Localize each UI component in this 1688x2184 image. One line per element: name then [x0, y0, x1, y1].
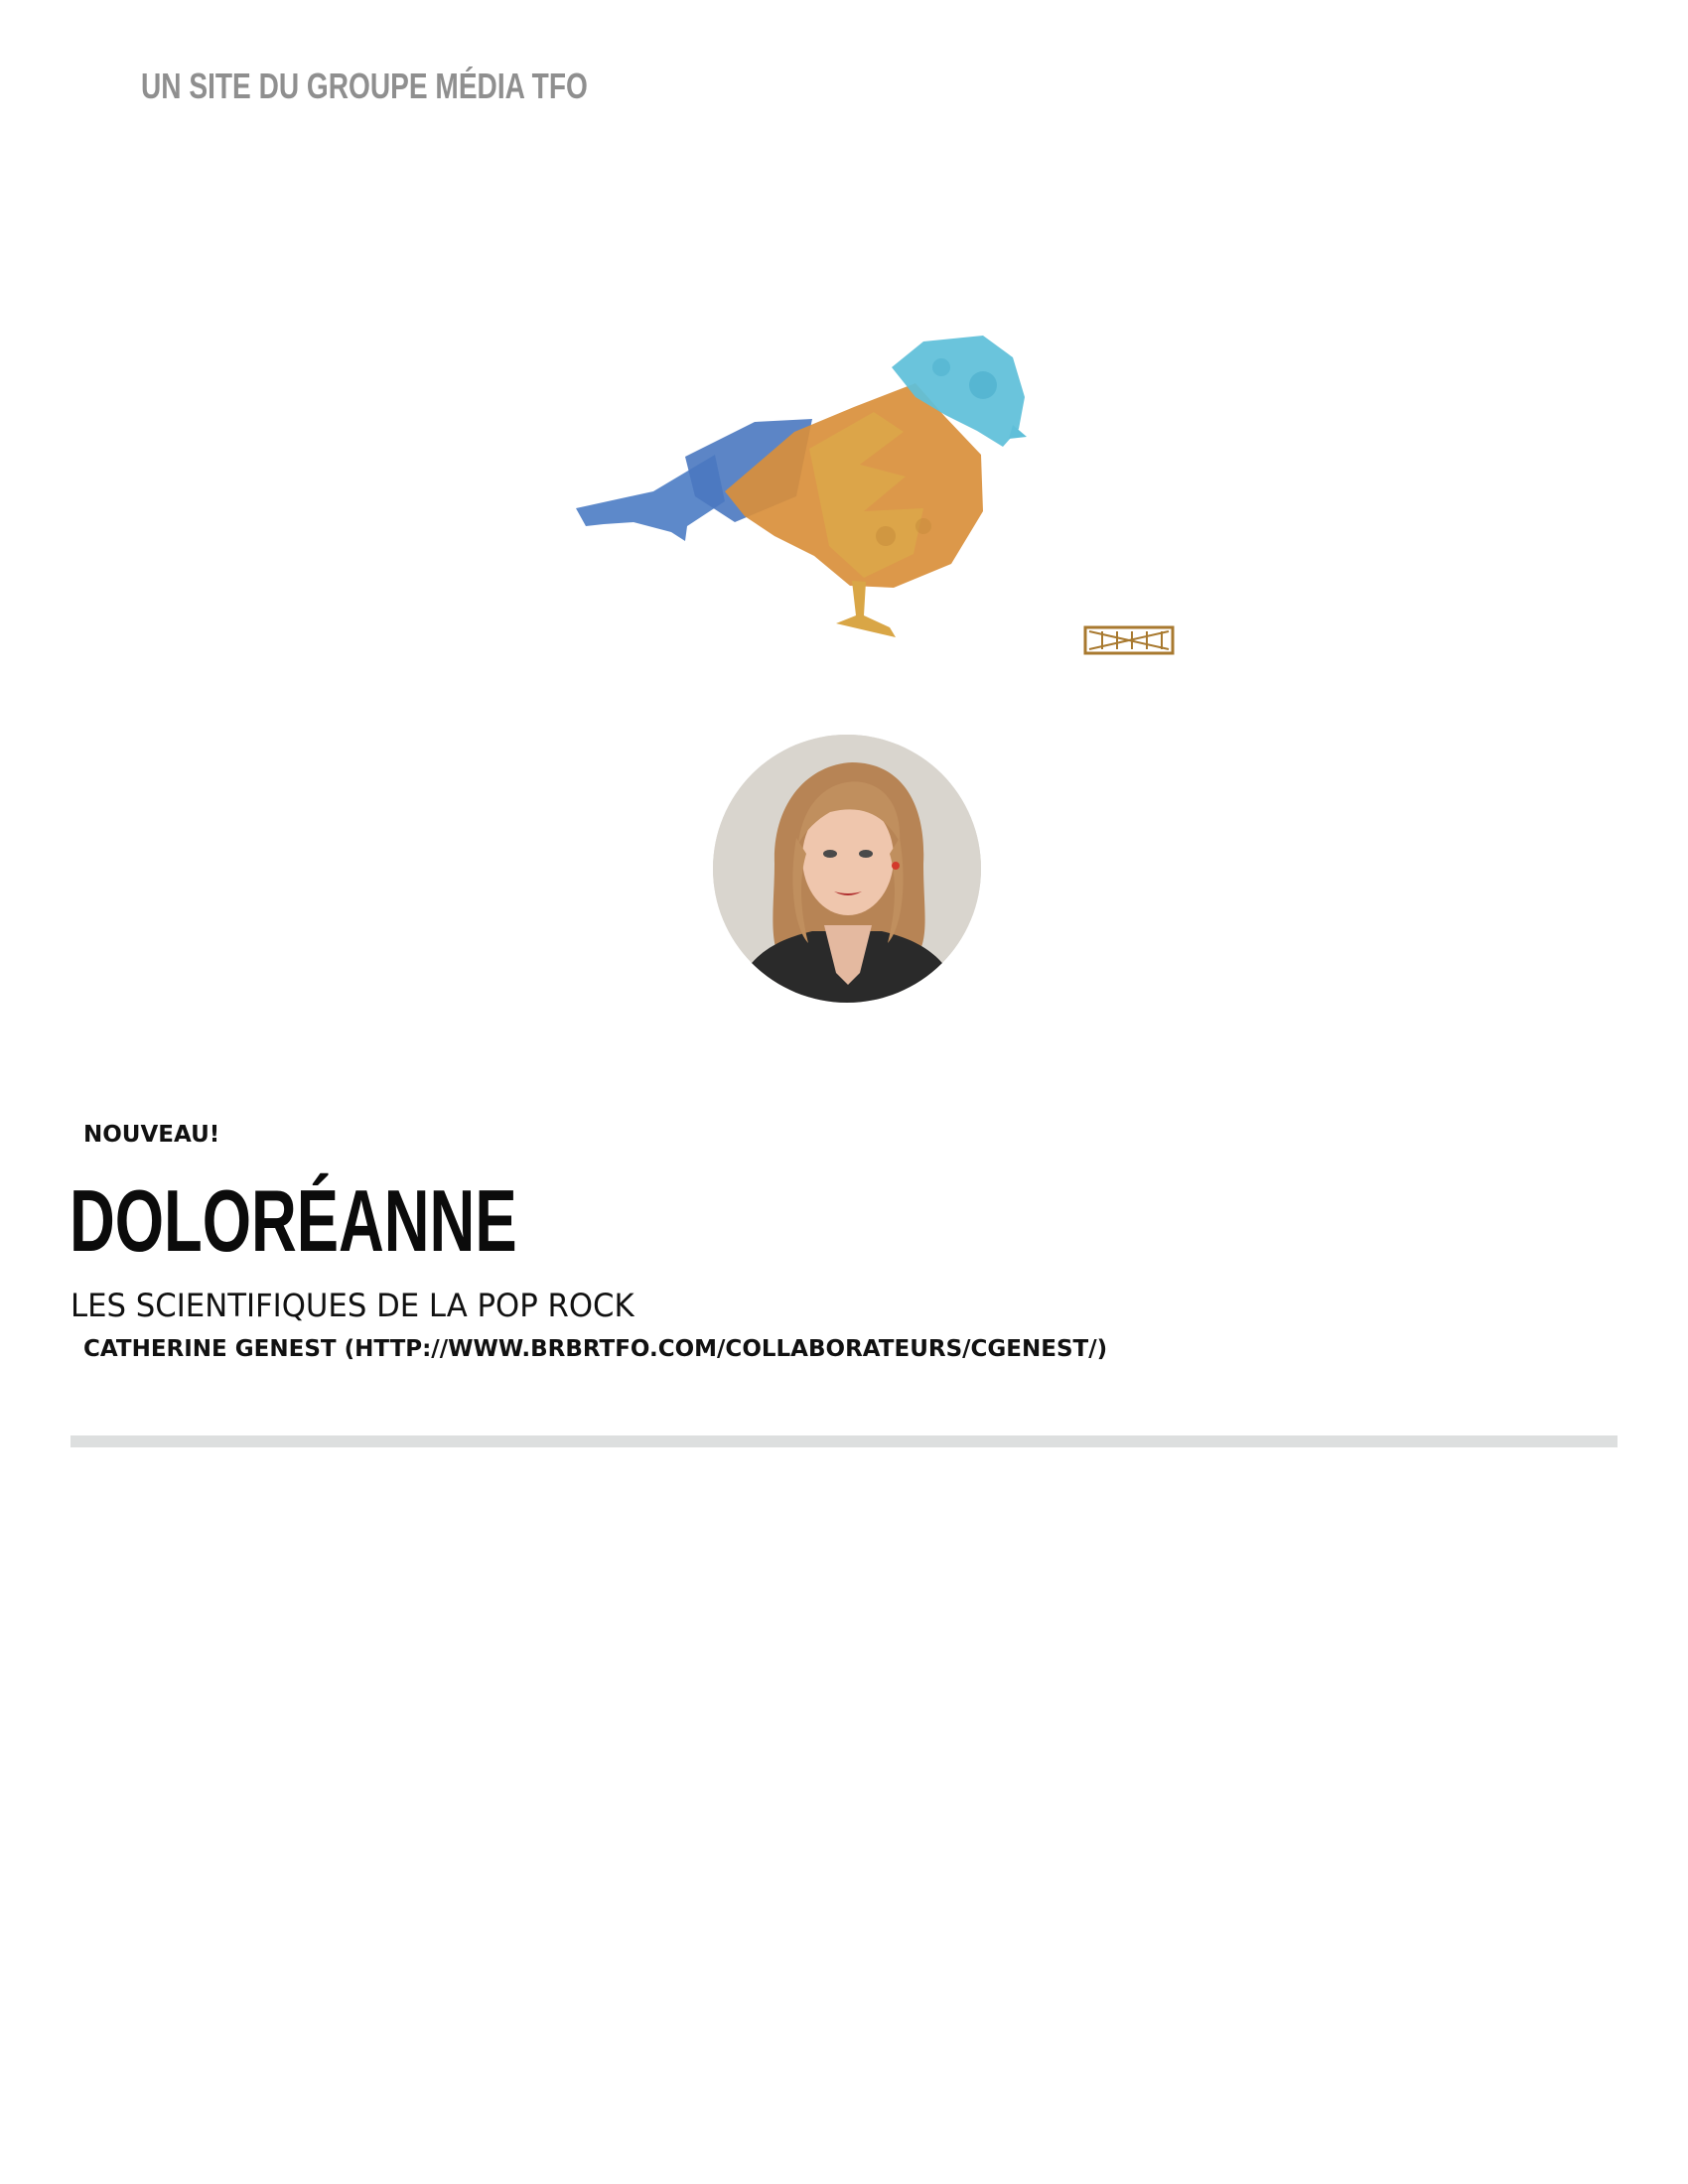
article-title: DOLORÉANNE [70, 1171, 517, 1270]
site-network-label: UN SITE DU GROUPE MÉDIA TFO [141, 66, 588, 106]
bird-logo-icon [576, 336, 1175, 655]
new-badge: NOUVEAU! [83, 1122, 220, 1148]
author-avatar [713, 735, 981, 1003]
bird-logo [576, 328, 1192, 665]
author-link[interactable]: CATHERINE GENEST (HTTP://WWW.BRBRTFO.COM… [83, 1336, 1107, 1362]
article-subtitle: LES SCIENTIFIQUES DE LA POP ROCK [70, 1287, 634, 1324]
portrait-avatar-icon [713, 735, 981, 1003]
section-divider [70, 1435, 1618, 1447]
